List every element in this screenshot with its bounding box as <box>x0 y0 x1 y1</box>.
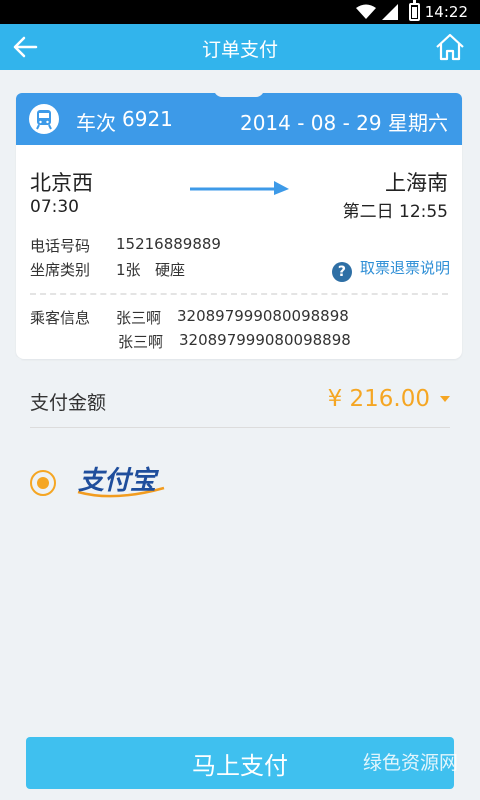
card-notch-left <box>10 357 22 377</box>
dropdown-triangle-icon <box>440 396 450 402</box>
refund-info-link[interactable]: ? 取票退票说明 <box>331 257 450 282</box>
battery-icon <box>409 0 420 21</box>
card-top-notch <box>214 89 264 97</box>
refund-info-label: 取票退票说明 <box>359 259 450 277</box>
travel-date: 2014 - 08 - 29 星期六 <box>239 111 448 135</box>
phone-label: 电话号码 <box>30 237 91 255</box>
passenger-name: 张三啊 <box>116 309 162 327</box>
seat-type: 硬座 <box>155 261 186 279</box>
alipay-logo: 支付宝 <box>77 466 165 498</box>
status-time: 14:22 <box>424 3 468 21</box>
passenger-id: 320897999080098898 <box>179 331 351 349</box>
card-notch-right <box>458 357 470 377</box>
ticket-card: 车次 6921 2014 - 08 - 29 星期六 北京西 07:30 上海南… <box>16 93 462 359</box>
direction-arrow-icon <box>190 181 289 195</box>
ticket-header: 车次 6921 2014 - 08 - 29 星期六 <box>16 93 462 145</box>
passenger-name: 张三啊 <box>118 333 164 351</box>
departure-station: 北京西 <box>30 171 93 195</box>
arrival-station: 上海南 <box>385 171 448 195</box>
seat-type-label: 坐席类别 <box>30 261 91 279</box>
svg-text:支付宝: 支付宝 <box>78 466 160 496</box>
app-header: 订单支付 <box>0 24 480 70</box>
home-icon[interactable] <box>434 31 466 63</box>
departure-time: 07:30 <box>30 197 79 217</box>
pay-amount-label: 支付金额 <box>30 392 107 414</box>
signal-icon <box>382 4 398 20</box>
train-icon <box>29 104 59 134</box>
status-bar: 14:22 <box>0 0 480 24</box>
seat-count: 1张 <box>116 261 141 279</box>
page-title: 订单支付 <box>201 39 278 61</box>
alipay-radio[interactable] <box>30 470 56 496</box>
train-number-label: 车次 <box>76 111 116 135</box>
question-icon: ? <box>331 262 352 282</box>
wifi-icon <box>356 4 376 19</box>
passenger-info-label: 乘客信息 <box>30 309 91 327</box>
train-number: 6921 <box>122 107 173 131</box>
arrival-time: 第二日 12:55 <box>342 202 448 222</box>
pay-amount-value: ¥ 216.00 <box>327 386 430 412</box>
passenger-id: 320897999080098898 <box>177 307 349 325</box>
watermark: 绿色资源网 <box>362 752 458 774</box>
phone-number: 15216889889 <box>116 235 221 253</box>
dashed-divider <box>30 293 448 295</box>
divider <box>30 427 450 428</box>
pay-amount-selector[interactable]: ¥ 216.00 <box>328 386 450 412</box>
